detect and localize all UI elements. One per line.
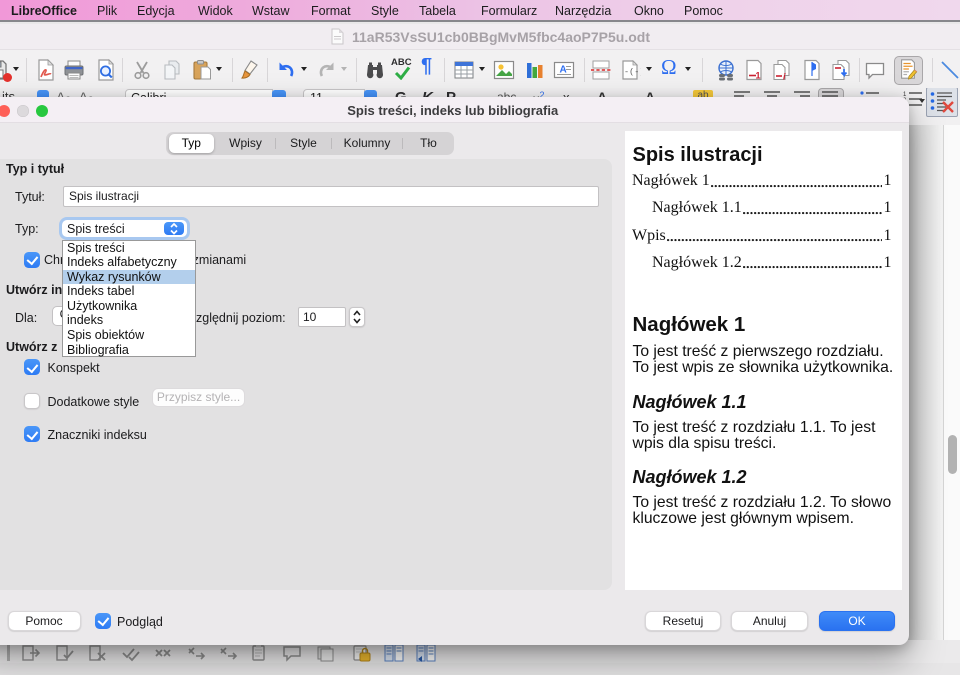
svg-text:A: A [560,65,567,76]
svg-text:1: 1 [756,71,761,81]
svg-text:-(-): -(-) [624,67,641,77]
